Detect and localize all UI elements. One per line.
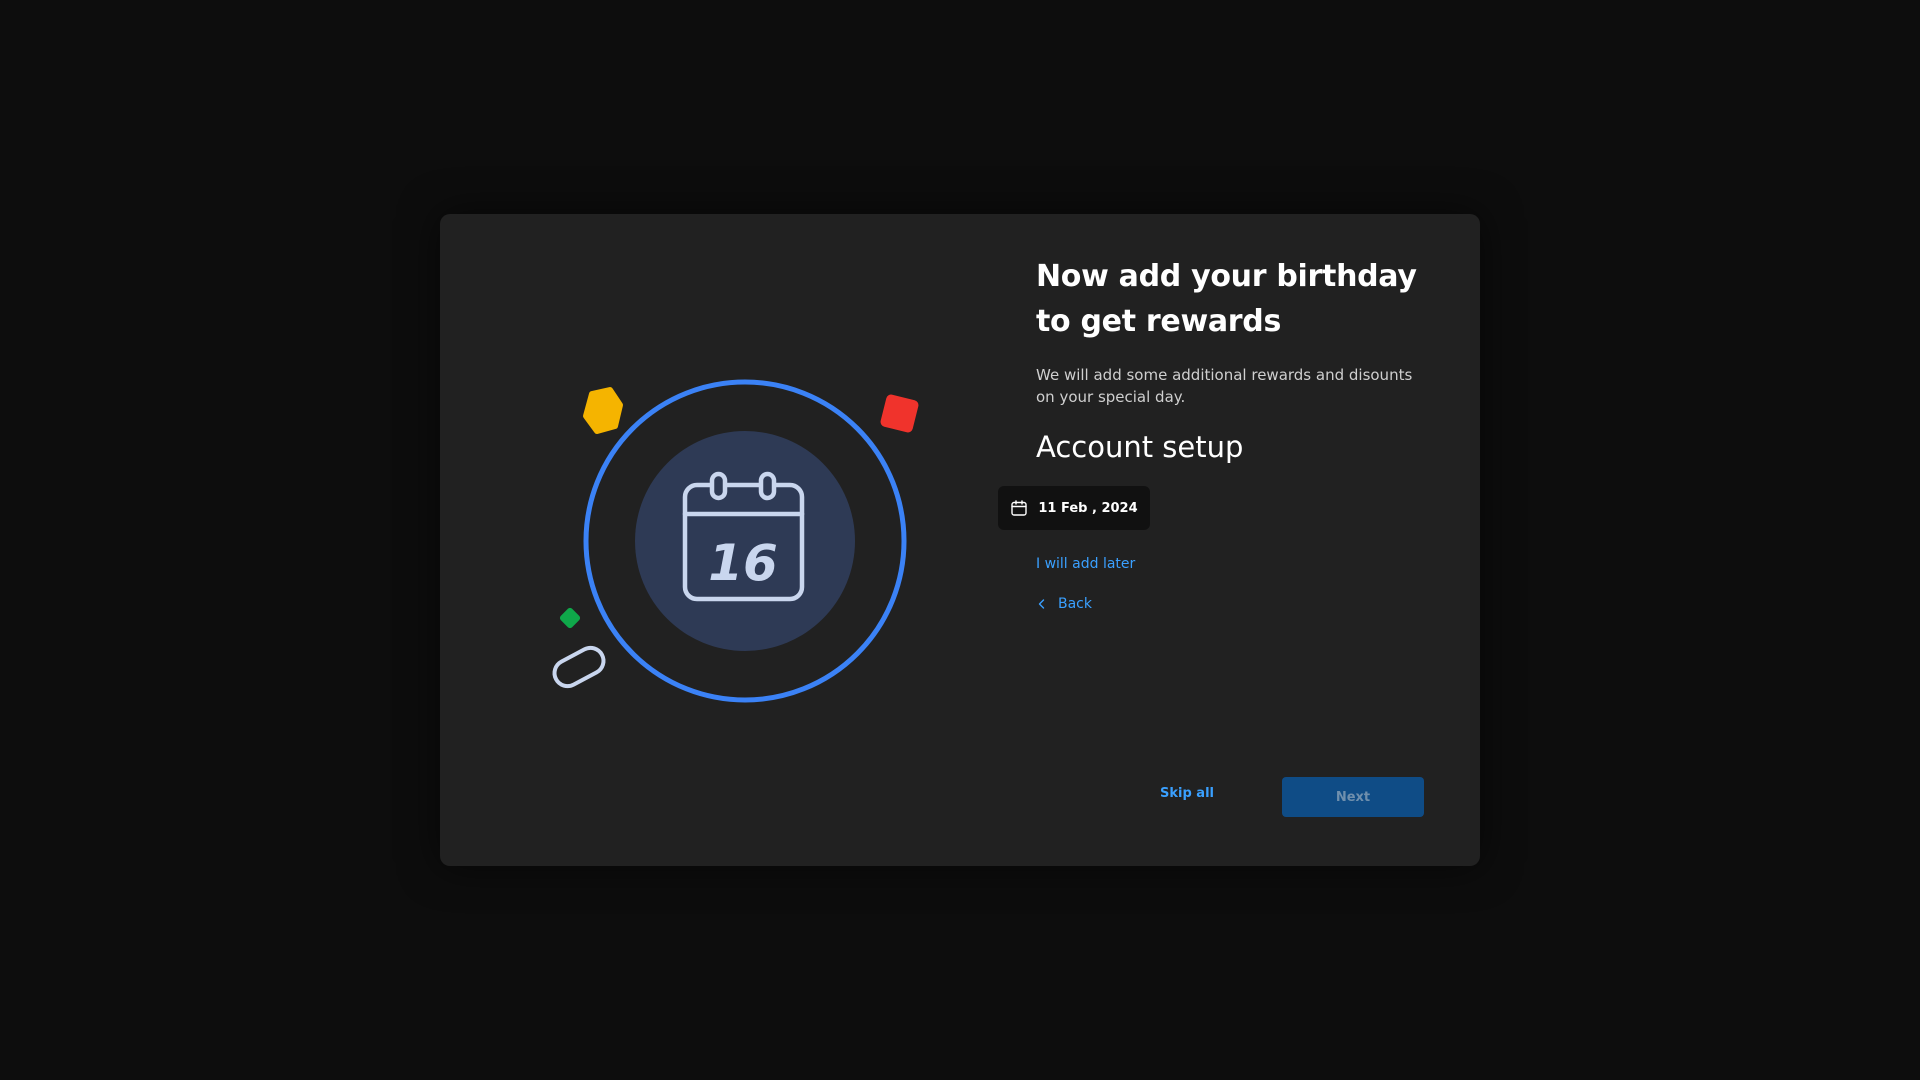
add-later-link[interactable]: I will add later (1036, 556, 1135, 572)
red-square-shape (880, 394, 919, 433)
pill-shape (552, 645, 606, 689)
date-picker-button[interactable]: 11 Feb , 2024 (998, 486, 1150, 530)
yellow-hexagon-shape (583, 387, 623, 434)
back-label: Back (1058, 596, 1092, 612)
chevron-left-icon (1036, 598, 1048, 610)
birthday-dialog: 16 Now add your birthday to get rewards … (440, 214, 1480, 866)
illustration-graphic: 16 (552, 379, 919, 703)
back-button[interactable]: Back (1036, 596, 1092, 612)
dialog-content: Now add your birthday to get rewards We … (1036, 254, 1436, 468)
section-title: Account setup (1036, 430, 1244, 464)
date-value: 11 Feb , 2024 (1038, 500, 1138, 516)
skip-all-button[interactable]: Skip all (1160, 786, 1214, 801)
birthday-illustration: 16 (440, 214, 980, 866)
next-button[interactable]: Next (1282, 777, 1424, 817)
dialog-subtitle: We will add some additional rewards and … (1036, 366, 1413, 406)
calendar-day-number: 16 (708, 534, 778, 592)
calendar-icon (1010, 499, 1028, 517)
green-diamond-shape (559, 607, 581, 629)
dialog-title: Now add your birthday to get rewards (1036, 259, 1417, 339)
